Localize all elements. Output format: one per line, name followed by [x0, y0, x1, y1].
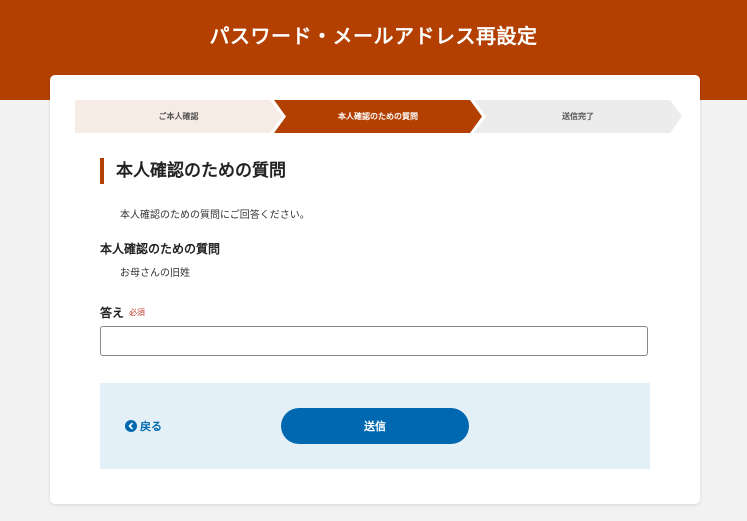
step-label: ご本人確認 [158, 112, 199, 121]
chevron-left-icon [125, 420, 137, 432]
submit-button[interactable]: 送信 [281, 408, 469, 444]
answer-field-label: 答え 必須 [100, 304, 145, 321]
required-badge: 必須 [129, 308, 146, 317]
question-label: 本人確認のための質問 [100, 242, 221, 256]
step-identity-check: ご本人確認 [75, 100, 282, 133]
page-title: パスワード・メールアドレス再設定 [209, 24, 538, 48]
intro-text: 本人確認のための質問にご回答ください。 [120, 210, 310, 221]
section-title: 本人確認のための質問 [100, 158, 286, 184]
back-link[interactable]: 戻る [125, 418, 162, 434]
step-label: 本人確認のための質問 [338, 112, 418, 121]
question-text: お母さんの旧姓 [120, 268, 190, 279]
step-label: 送信完了 [562, 112, 594, 121]
back-label: 戻る [140, 420, 162, 433]
step-complete: 送信完了 [474, 100, 682, 133]
action-area: 戻る 送信 [100, 383, 650, 469]
step-security-question: 本人確認のための質問 [274, 100, 482, 133]
main-card: ご本人確認 本人確認のための質問 送信完了 本人確認のための質問 本人確認のため… [50, 75, 700, 504]
answer-input[interactable] [100, 326, 648, 356]
progress-steps: ご本人確認 本人確認のための質問 送信完了 [75, 100, 682, 133]
answer-label-text: 答え [100, 306, 125, 320]
